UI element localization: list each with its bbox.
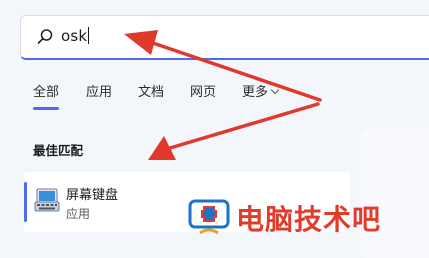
search-input-value: osk: [61, 27, 88, 45]
tab-documents[interactable]: 文档: [138, 84, 164, 102]
tab-apps[interactable]: 应用: [86, 84, 112, 102]
watermark-text: 电脑技术吧: [236, 203, 382, 236]
annotation-arrow-to-result: [148, 102, 320, 160]
tab-documents-label: 文档: [138, 85, 165, 100]
search-box[interactable]: osk: [20, 15, 429, 60]
chevron-down-icon: [270, 85, 280, 95]
tab-more-label: 更多: [242, 85, 269, 100]
best-match-heading: 最佳匹配: [33, 143, 84, 158]
search-input[interactable]: osk: [61, 27, 90, 45]
tab-web-label: 网页: [190, 85, 217, 100]
tab-more[interactable]: 更多: [242, 84, 280, 102]
tab-all[interactable]: 全部: [33, 84, 60, 110]
tab-web[interactable]: 网页: [190, 84, 216, 102]
result-title: 屏幕键盘: [66, 188, 119, 203]
tab-all-label: 全部: [33, 85, 60, 100]
result-type: 应用: [66, 207, 91, 221]
filter-tabs: 全部 应用 文档 网页 更多: [33, 84, 333, 110]
selection-indicator: [24, 182, 27, 222]
computer-doctor-logo-icon: [188, 199, 230, 235]
watermark: 电脑技术吧: [186, 193, 429, 243]
on-screen-keyboard-icon: [34, 188, 60, 212]
tab-selected-indicator: [33, 107, 59, 110]
text-caret: [88, 27, 90, 44]
search-icon: [37, 29, 53, 44]
tab-apps-label: 应用: [86, 85, 113, 100]
